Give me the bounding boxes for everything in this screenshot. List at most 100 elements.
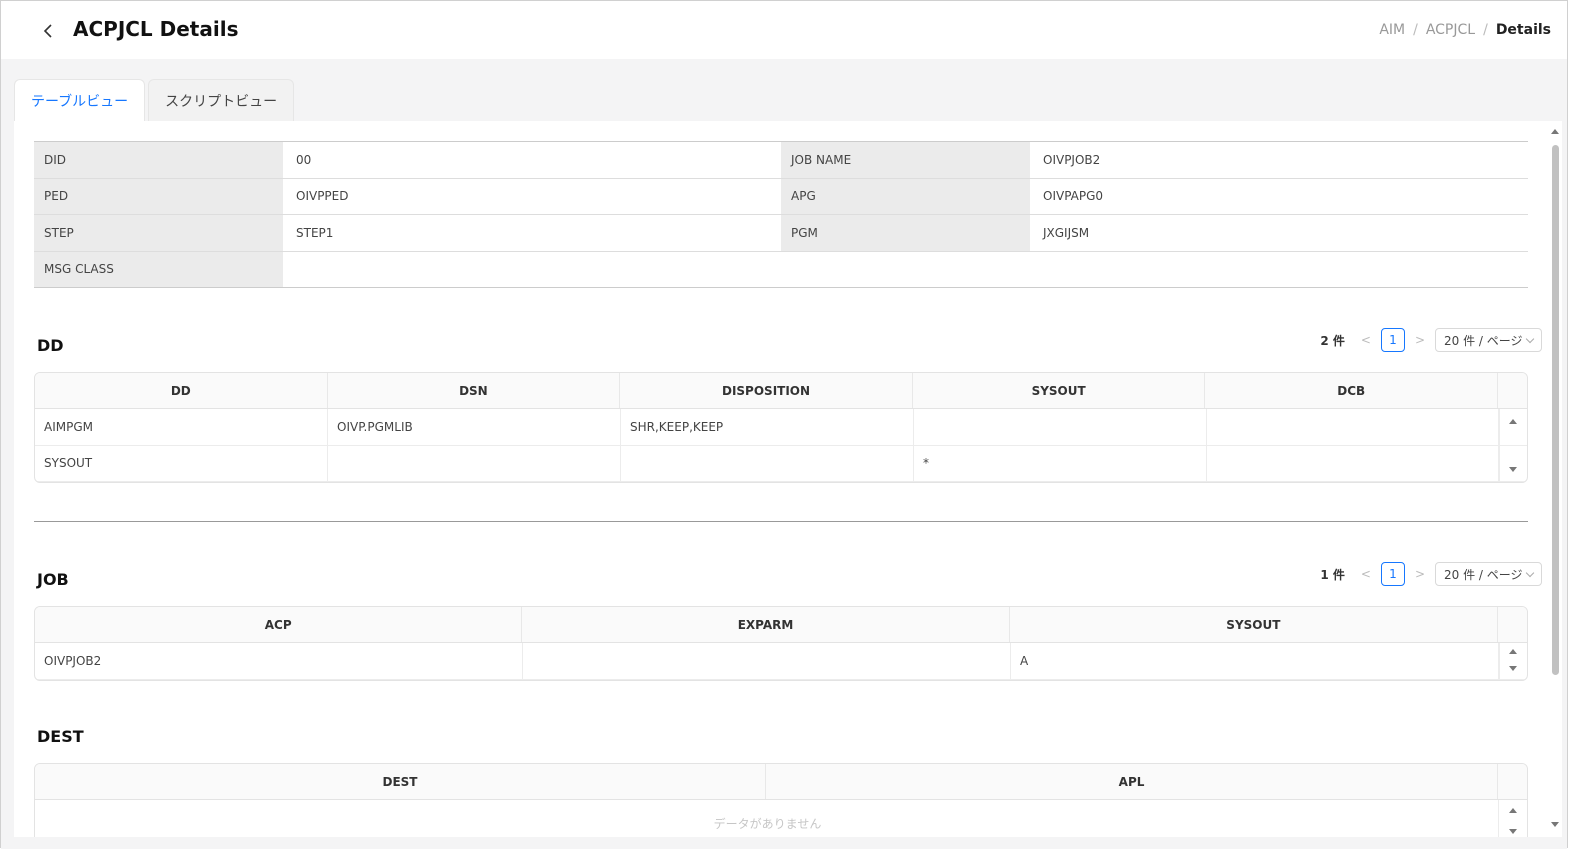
breadcrumb-item-aim[interactable]: AIM [1379, 22, 1405, 38]
job-prev-page-button[interactable]: < [1361, 567, 1371, 581]
scroll-down-arrow-icon[interactable] [1551, 822, 1559, 827]
column-header-acp[interactable]: ACP [35, 607, 523, 642]
header-spacer [1498, 373, 1527, 408]
scroll-up-arrow-icon[interactable] [1509, 419, 1517, 424]
pgm-label: PGM [781, 215, 1030, 251]
breadcrumb-item-details: Details [1495, 22, 1551, 38]
did-value: 00 [296, 152, 312, 167]
table-header: DD DSN DISPOSITION SYSOUT DCB [35, 373, 1527, 409]
dd-total-count: 2 件 [1320, 333, 1345, 348]
table-header: ACP EXPARM SYSOUT [35, 607, 1527, 643]
jobname-label: JOB NAME [781, 142, 1030, 178]
dd-page-size-select[interactable]: 20 件 / ページ [1435, 328, 1542, 352]
info-row: MSG CLASS [34, 251, 1528, 288]
table-body: AIMPGM OIVP.PGMLIB SHR,KEEP,KEEP SYSOUT … [35, 409, 1527, 482]
table-body: OIVPJOB2 A [35, 643, 1527, 680]
dest-table-scrollbar[interactable] [1498, 800, 1527, 837]
dest-section-title: DEST [37, 727, 84, 746]
pgm-value: JXGIJSM [1043, 225, 1090, 240]
view-tabs: テーブルビュー スクリプトビュー [14, 79, 295, 121]
breadcrumb-item-acpjcl[interactable]: ACPJCL [1426, 22, 1475, 38]
jobname-value: OIVPJOB2 [1043, 152, 1101, 167]
table-cell [914, 409, 1207, 445]
column-header-sysout[interactable]: SYSOUT [913, 373, 1206, 408]
scroll-up-arrow-icon[interactable] [1509, 808, 1517, 813]
scrollbar-thumb[interactable] [1552, 145, 1559, 675]
column-header-apl[interactable]: APL [766, 764, 1499, 799]
table-row[interactable]: OIVPJOB2 A [35, 643, 1527, 680]
table-body: データがありません [35, 800, 1527, 837]
column-header-exparm[interactable]: EXPARM [522, 607, 1010, 642]
app-window: ACPJCL Details AIM / ACPJCL / Details テー… [0, 0, 1568, 849]
column-header-sysout[interactable]: SYSOUT [1010, 607, 1499, 642]
breadcrumb: AIM / ACPJCL / Details [1379, 22, 1551, 38]
dd-section-title: DD [37, 336, 64, 355]
info-row: PED OIVPPED APG OIVPAPG0 [34, 178, 1528, 215]
job-section-title: JOB [37, 570, 69, 589]
empty-state-text: データがありません [713, 817, 822, 831]
did-label: DID [34, 142, 283, 178]
dd-table-scrollbar[interactable] [1498, 409, 1527, 482]
ped-value: OIVPPED [296, 189, 349, 204]
scroll-down-arrow-icon[interactable] [1509, 467, 1517, 472]
page-title: ACPJCL Details [73, 17, 239, 41]
tab-table-view[interactable]: テーブルビュー [14, 79, 146, 121]
job-next-page-button[interactable]: > [1415, 567, 1425, 581]
page-scrollbar[interactable] [1549, 125, 1561, 837]
ped-label: PED [34, 178, 283, 214]
dd-prev-page-button[interactable]: < [1361, 333, 1371, 347]
table-row[interactable]: AIMPGM OIVP.PGMLIB SHR,KEEP,KEEP [35, 409, 1527, 446]
column-header-dd[interactable]: DD [35, 373, 328, 408]
dd-page-size-value: 20 件 / ページ [1444, 333, 1523, 348]
scroll-up-arrow-icon[interactable] [1509, 649, 1517, 654]
dd-pagination: 2 件 < 1 > 20 件 / ページ [1320, 328, 1542, 352]
info-row: DID 00 JOB NAME OIVPJOB2 [34, 142, 1528, 179]
chevron-down-icon [1525, 568, 1535, 577]
header-spacer [1498, 764, 1527, 799]
table-cell: AIMPGM [35, 409, 328, 445]
column-header-dest[interactable]: DEST [35, 764, 767, 799]
job-page-size-select[interactable]: 20 件 / ページ [1435, 562, 1542, 586]
table-cell: SHR,KEEP,KEEP [621, 409, 914, 445]
dest-table: DEST APL データがありません [34, 763, 1528, 837]
scroll-down-arrow-icon[interactable] [1509, 666, 1517, 671]
table-view-panel: DID 00 JOB NAME OIVPJOB2 PED OIVPPED APG… [14, 121, 1562, 837]
table-cell: OIVPJOB2 [35, 643, 523, 679]
page-header: ACPJCL Details AIM / ACPJCL / Details [1, 1, 1567, 59]
tab-script-view[interactable]: スクリプトビュー [148, 79, 295, 121]
back-button[interactable] [37, 19, 61, 43]
breadcrumb-separator: / [1483, 22, 1488, 38]
info-row: STEP STEP1 PGM JXGIJSM [34, 215, 1528, 252]
table-cell: SYSOUT [35, 445, 328, 481]
column-header-dcb[interactable]: DCB [1205, 373, 1499, 408]
column-header-dsn[interactable]: DSN [328, 373, 621, 408]
step-label: STEP [34, 215, 283, 251]
table-cell [1207, 409, 1500, 445]
table-cell [1207, 445, 1500, 481]
table-header: DEST APL [35, 764, 1527, 800]
table-cell [328, 445, 621, 481]
details-info-table: DID 00 JOB NAME OIVPJOB2 PED OIVPPED APG… [34, 141, 1528, 288]
scroll-down-arrow-icon[interactable] [1509, 829, 1517, 834]
section-divider [34, 521, 1528, 522]
apg-label: APG [781, 178, 1030, 214]
job-page-size-value: 20 件 / ページ [1444, 567, 1523, 582]
table-cell: * [914, 445, 1207, 481]
chevron-down-icon [1525, 334, 1535, 343]
dd-table: DD DSN DISPOSITION SYSOUT DCB AIMPGM OIV… [34, 372, 1528, 483]
step-value: STEP1 [296, 225, 334, 240]
column-header-disposition[interactable]: DISPOSITION [620, 373, 913, 408]
scroll-up-arrow-icon[interactable] [1551, 129, 1559, 134]
job-table-scrollbar[interactable] [1498, 643, 1527, 679]
msgclass-label: MSG CLASS [34, 251, 283, 287]
job-page-1-button[interactable]: 1 [1380, 562, 1405, 586]
breadcrumb-separator: / [1413, 22, 1418, 38]
job-pagination: 1 件 < 1 > 20 件 / ページ [1320, 562, 1542, 586]
table-row[interactable]: SYSOUT * [35, 445, 1527, 482]
table-cell [621, 445, 914, 481]
table-cell: OIVP.PGMLIB [328, 409, 621, 445]
dd-next-page-button[interactable]: > [1415, 333, 1425, 347]
dd-page-1-button[interactable]: 1 [1380, 328, 1405, 352]
job-table: ACP EXPARM SYSOUT OIVPJOB2 A [34, 606, 1528, 681]
job-total-count: 1 件 [1320, 567, 1345, 582]
